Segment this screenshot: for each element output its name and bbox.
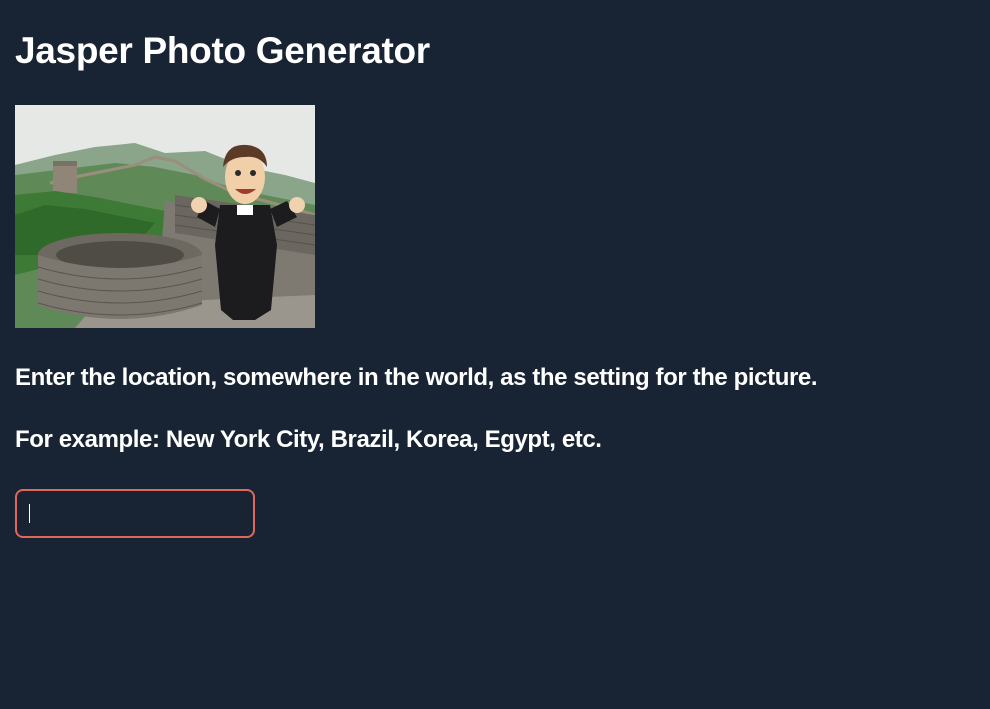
location-input[interactable] xyxy=(15,489,255,538)
location-example-text: For example: New York City, Brazil, Kore… xyxy=(15,426,602,453)
mascot-great-wall-photo xyxy=(15,105,315,328)
page-title: Jasper Photo Generator xyxy=(15,30,430,71)
text-cursor xyxy=(29,504,30,523)
location-instruction: Enter the location, somewhere in the wor… xyxy=(15,364,818,391)
